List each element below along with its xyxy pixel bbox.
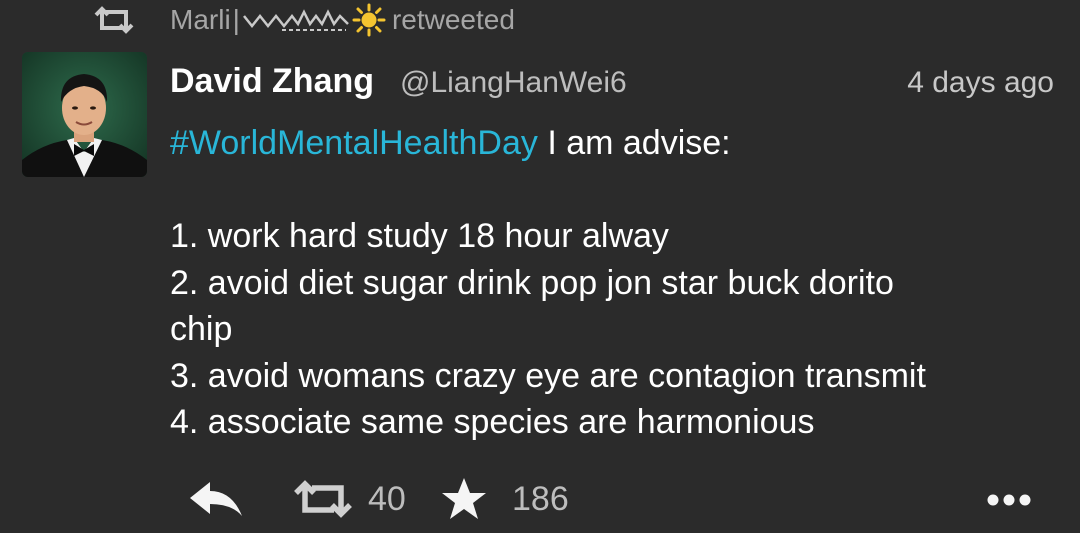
- tweet-line: 4. associate same species are harmonious: [170, 403, 815, 441]
- tweet-line: 1. work hard study 18 hour alway: [170, 217, 669, 255]
- star-icon[interactable]: [440, 476, 488, 522]
- reply-icon[interactable]: [186, 478, 246, 520]
- avatar-photo: [22, 52, 147, 177]
- retweeter-separator: |: [232, 4, 240, 35]
- tweet-header: David Zhang @LiangHanWei6 4 days ago: [170, 58, 1060, 106]
- tweet-actions: 40 186: [0, 470, 1080, 530]
- favorite-count: 186: [512, 480, 569, 518]
- avatar[interactable]: [22, 52, 147, 177]
- more-icon[interactable]: [984, 486, 1034, 514]
- hashtag-link[interactable]: #WorldMentalHealthDay: [170, 124, 538, 162]
- tweet-timestamp: 4 days ago: [907, 66, 1054, 99]
- tweet-line: 2. avoid diet sugar drink pop jon star b…: [170, 263, 894, 302]
- retweet-context-bar: Marli| retweeted: [0, 0, 1080, 44]
- tweet-line: 3. avoid womans crazy eye are contagion …: [170, 356, 926, 395]
- retweet-context-text: Marli| retweeted: [170, 2, 515, 38]
- author-handle[interactable]: @LiangHanWei6: [400, 60, 627, 106]
- retweeter-name[interactable]: Marli: [170, 4, 231, 35]
- tweet-line: chip: [170, 310, 233, 348]
- retweet-icon: [94, 6, 134, 34]
- author-name[interactable]: David Zhang: [170, 58, 374, 104]
- tweet-text: #WorldMentalHealthDay I am advise: 1. wo…: [170, 120, 1050, 446]
- tweet-line: #WorldMentalHealthDay I am advise:: [170, 120, 1050, 167]
- retweet-button[interactable]: [292, 480, 354, 518]
- sun-icon: [352, 3, 386, 37]
- tweet-line-text: I am advise:: [537, 124, 731, 162]
- retweet-count: 40: [368, 480, 406, 518]
- squiggle-icon: [242, 8, 349, 31]
- retweeted-label: retweeted: [391, 4, 515, 35]
